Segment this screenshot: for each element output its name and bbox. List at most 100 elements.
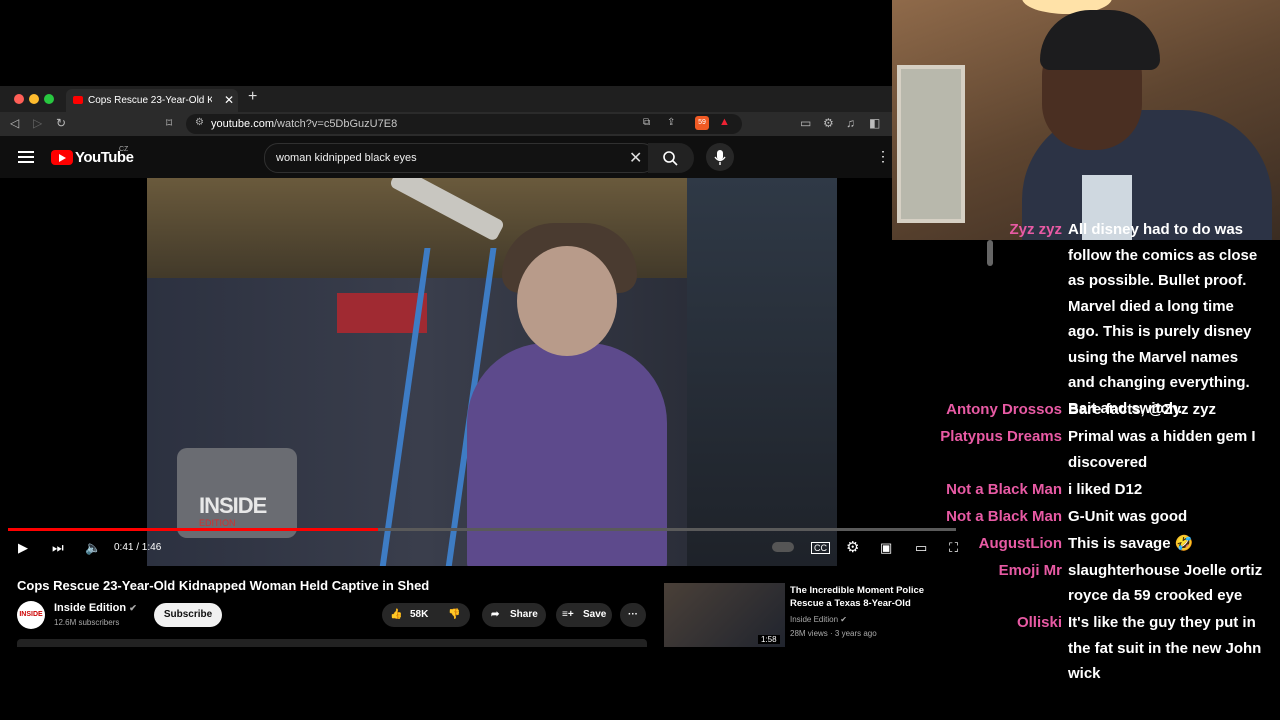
background-door bbox=[897, 65, 965, 223]
recommended-title[interactable]: The Incredible Moment Police Rescue a Te… bbox=[790, 584, 940, 610]
share-page-icon[interactable]: ⇪ bbox=[667, 117, 675, 128]
chat-text: i liked D12 bbox=[1068, 480, 1143, 498]
open-external-icon[interactable]: ⧉ bbox=[643, 117, 650, 128]
browser-tab-strip: Cops Rescue 23-Year-Old Kidn ✕ + bbox=[0, 86, 892, 112]
streamer-cap bbox=[1040, 10, 1160, 70]
fullscreen-icon[interactable]: ⛶ bbox=[949, 540, 958, 556]
verified-icon: ✔ bbox=[129, 603, 137, 613]
forward-icon[interactable]: ▷ bbox=[33, 116, 42, 130]
dislike-icon[interactable]: 👎 bbox=[448, 603, 460, 627]
recommended-duration: 1:58 bbox=[758, 635, 780, 644]
browser-tab[interactable]: Cops Rescue 23-Year-Old Kidn ✕ bbox=[66, 89, 238, 112]
video-title: Cops Rescue 23-Year-Old Kidnapped Woman … bbox=[17, 578, 430, 593]
close-tab-icon[interactable]: ✕ bbox=[224, 89, 234, 112]
like-count[interactable]: 58K bbox=[410, 603, 428, 627]
youtube-favicon-icon bbox=[73, 96, 83, 104]
save-button[interactable]: ≡+ Save bbox=[556, 603, 612, 627]
voice-search-button[interactable] bbox=[706, 143, 734, 171]
chat-text: All disney had to do was follow the comi… bbox=[1068, 221, 1258, 417]
search-input[interactable]: woman kidnipped black eyes bbox=[276, 144, 417, 172]
media-icon[interactable]: ♫ bbox=[846, 116, 855, 130]
chat-text: Primal was a hidden gem I discovered bbox=[1068, 428, 1256, 471]
region-code: CZ bbox=[119, 146, 129, 153]
channel-name[interactable]: Inside Edition ✔ bbox=[54, 602, 137, 614]
minimize-window-button[interactable] bbox=[29, 94, 39, 104]
share-label: Share bbox=[510, 609, 538, 620]
sidebar-icon[interactable]: ▭ bbox=[800, 116, 811, 130]
progress-bar[interactable] bbox=[8, 528, 956, 531]
youtube-logo[interactable]: YouTube CZ bbox=[51, 146, 134, 167]
chat-text: G-Unit was good bbox=[1068, 507, 1188, 525]
address-bar[interactable]: ⚙ youtube.com/watch?v=c5DbGuzU7E8 ⧉ ⇪ 59… bbox=[186, 114, 742, 134]
recommended-channel[interactable]: Inside Edition ✔ bbox=[790, 615, 847, 624]
chat-username[interactable]: Not a Black Man bbox=[946, 477, 1062, 503]
video-player[interactable]: INSIDE EDITION bbox=[147, 178, 837, 566]
settings-gear-icon[interactable]: ⚙ bbox=[846, 538, 859, 556]
video-frame-shelf bbox=[687, 178, 837, 566]
chat-text: This is savage 🤣 bbox=[1068, 534, 1194, 552]
browser-toolbar: ◁ ▷ ↻ ⌑ ⚙ youtube.com/watch?v=c5DbGuzU7E… bbox=[0, 112, 892, 136]
chat-username[interactable]: AugustLion bbox=[979, 531, 1062, 557]
channel-name-text: Inside Edition bbox=[54, 602, 127, 614]
close-window-button[interactable] bbox=[14, 94, 24, 104]
bookmark-icon[interactable]: ⌑ bbox=[166, 116, 172, 130]
subscriber-count: 12.6M subscribers bbox=[54, 618, 120, 627]
new-tab-button[interactable]: + bbox=[248, 88, 257, 106]
share-button[interactable]: ➦ Share bbox=[482, 603, 546, 627]
tab-title: Cops Rescue 23-Year-Old Kidn bbox=[88, 95, 212, 106]
chat-username[interactable]: Olliski bbox=[1017, 610, 1062, 636]
chat-scrollbar[interactable] bbox=[987, 240, 993, 266]
menu-icon[interactable] bbox=[18, 151, 34, 163]
site-info-icon[interactable]: ⚙ bbox=[195, 117, 204, 128]
theater-mode-icon[interactable]: ▭ bbox=[915, 540, 927, 556]
captions-icon[interactable]: CC bbox=[811, 542, 830, 554]
microphone-icon bbox=[714, 150, 726, 165]
chat-text: slaughterhouse Joelle ortiz royce da 59 … bbox=[1068, 561, 1263, 605]
subscribe-button[interactable]: Subscribe bbox=[154, 603, 222, 627]
progress-played bbox=[8, 528, 378, 531]
zoom-window-button[interactable] bbox=[44, 94, 54, 104]
miniplayer-icon[interactable]: ▣ bbox=[880, 540, 892, 556]
autoplay-toggle[interactable] bbox=[772, 542, 794, 552]
save-label: Save bbox=[583, 609, 607, 620]
share-icon: ➦ bbox=[491, 609, 500, 620]
play-icon[interactable]: ▶ bbox=[18, 540, 28, 556]
youtube-header: YouTube CZ woman kidnipped black eyes ✕ … bbox=[0, 136, 892, 178]
youtube-play-icon bbox=[51, 150, 73, 166]
like-dislike-group: 👍 58K 👎 bbox=[382, 603, 470, 627]
next-icon[interactable]: ⏭ bbox=[52, 540, 64, 556]
chat-username[interactable]: Antony Drossos bbox=[946, 397, 1062, 423]
chat-text: It's like the guy they put in the fat su… bbox=[1068, 614, 1262, 682]
search-icon bbox=[663, 151, 678, 166]
channel-watermark-sub: EDITION bbox=[199, 518, 236, 528]
back-icon[interactable]: ◁ bbox=[10, 116, 19, 130]
chat-username[interactable]: Zyz zyz bbox=[1009, 217, 1062, 243]
player-controls: ▶ ⏭ 🔈 0:41 / 1:46 CC ⚙ ▣ ▭ ⛶ bbox=[0, 536, 980, 560]
reload-icon[interactable]: ↻ bbox=[56, 116, 66, 130]
video-frame-person bbox=[467, 343, 667, 566]
chat-username[interactable]: Not a Black Man bbox=[946, 504, 1062, 530]
more-options-icon[interactable]: ⋮ bbox=[876, 148, 890, 165]
volume-icon[interactable]: 🔈 bbox=[85, 540, 101, 556]
chat-username[interactable]: Emoji Mr bbox=[999, 558, 1062, 584]
recommended-channel-text: Inside Edition bbox=[790, 615, 839, 624]
split-view-icon[interactable]: ◧ bbox=[869, 116, 880, 130]
url-path: /watch?v=c5DbGuzU7E8 bbox=[273, 118, 398, 130]
webcam-feed bbox=[892, 0, 1280, 240]
chat-username[interactable]: Platypus Dreams bbox=[940, 424, 1062, 450]
video-frame-face bbox=[517, 246, 617, 356]
channel-avatar[interactable]: INSIDE bbox=[17, 601, 45, 629]
time-display: 0:41 / 1:46 bbox=[114, 542, 162, 553]
url-host: youtube.com bbox=[211, 118, 274, 130]
search-box[interactable]: woman kidnipped black eyes ✕ bbox=[264, 143, 656, 173]
brave-shield-icon[interactable]: 59 bbox=[695, 116, 709, 130]
clear-search-icon[interactable]: ✕ bbox=[629, 148, 642, 168]
more-actions-button[interactable]: ··· bbox=[620, 603, 646, 627]
description-box[interactable] bbox=[17, 639, 647, 647]
extensions-icon[interactable]: ⚙ bbox=[823, 116, 834, 130]
rewards-icon[interactable]: ▲ bbox=[719, 116, 730, 128]
save-playlist-icon: ≡+ bbox=[562, 609, 574, 620]
like-icon[interactable]: 👍 bbox=[390, 603, 402, 627]
search-button[interactable] bbox=[648, 143, 694, 173]
recommended-meta: 28M views · 3 years ago bbox=[790, 629, 877, 638]
